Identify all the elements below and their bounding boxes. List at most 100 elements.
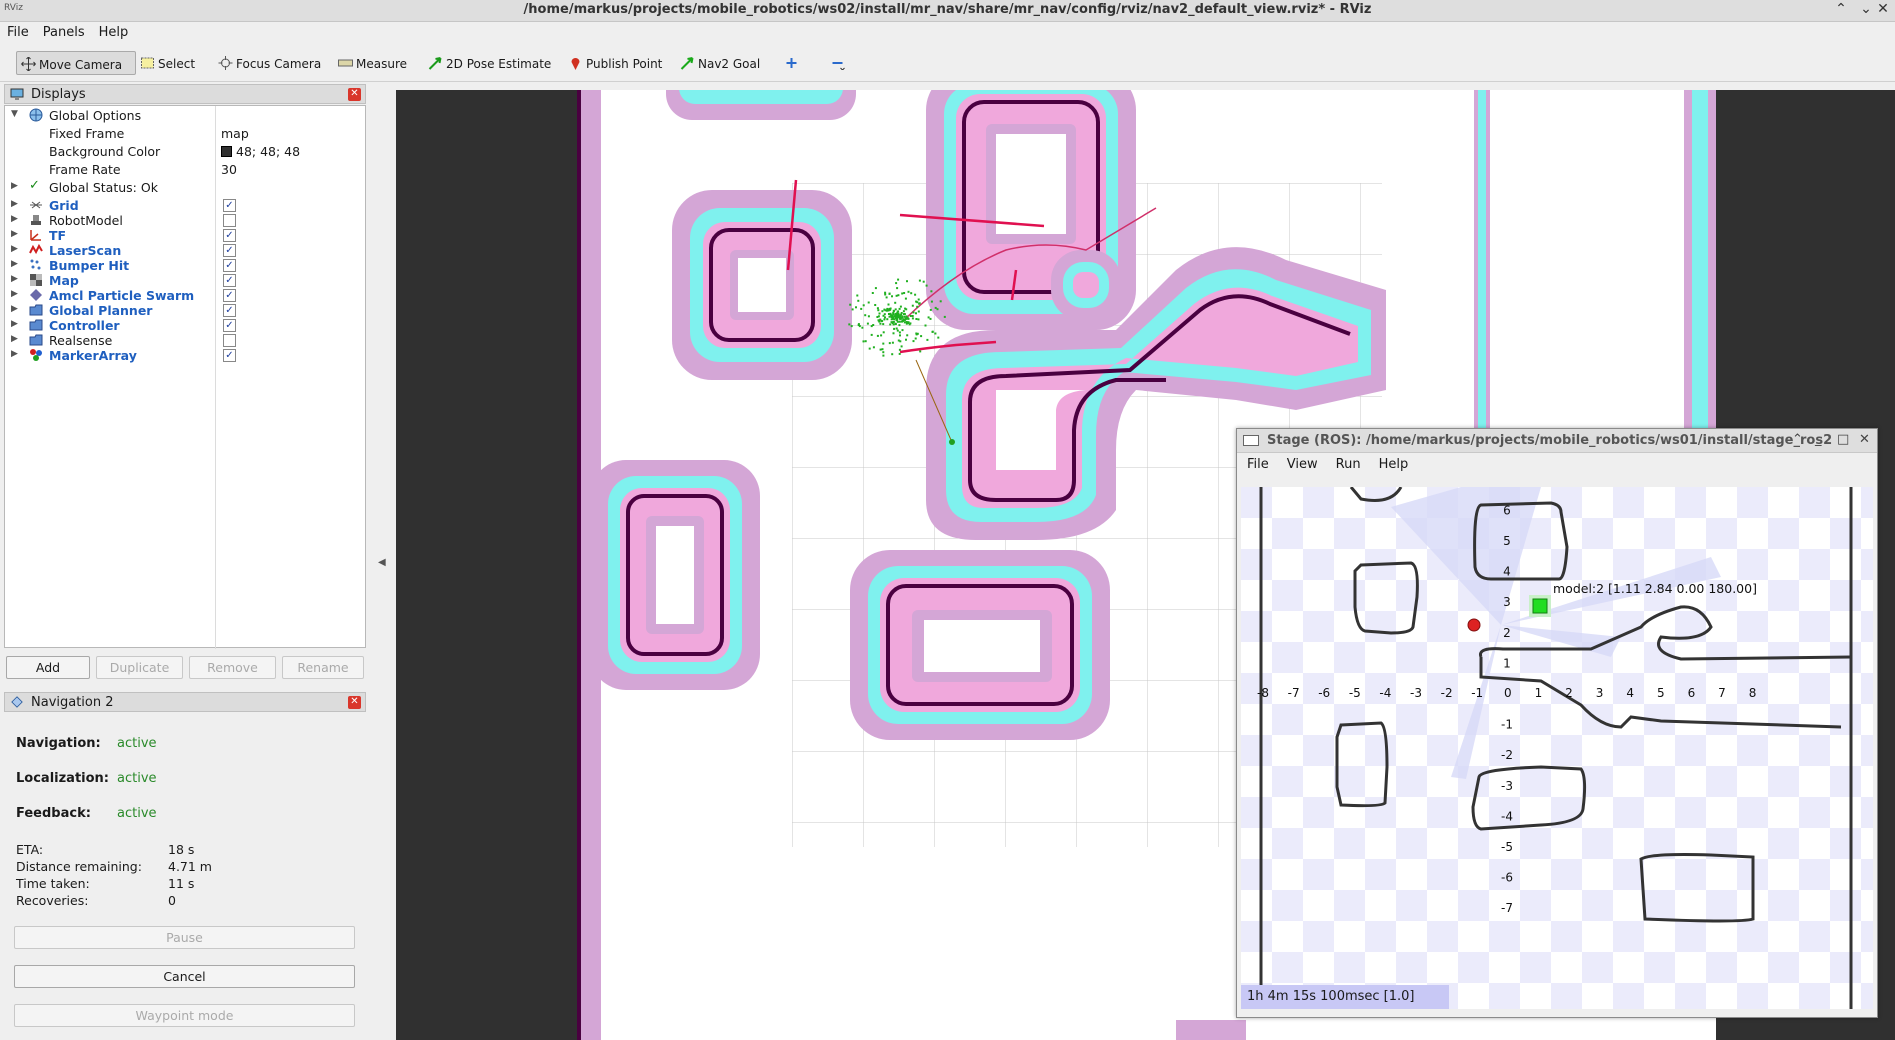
cancel-button[interactable]: Cancel <box>14 965 355 988</box>
distance-value: 4.71 m <box>168 859 212 874</box>
tool-publish-point[interactable]: Publish Point <box>564 51 668 75</box>
add-display-button[interactable]: Add <box>6 656 90 679</box>
navigation-label: Navigation: <box>16 736 101 751</box>
tool-focus-camera[interactable]: Focus Camera <box>214 51 327 75</box>
stage-x-tick: 1 <box>1535 686 1543 700</box>
stage-x-tick: -2 <box>1441 686 1453 700</box>
obstacle-bottom-center <box>850 550 1110 740</box>
folder-icon <box>29 334 43 346</box>
stage-x-tick: 6 <box>1688 686 1696 700</box>
property-frame-rate[interactable]: Frame Rate 30 <box>5 160 365 178</box>
expand-arrow-icon[interactable]: ▶ <box>11 334 18 344</box>
stage-close-icon[interactable]: ✕ <box>1859 432 1870 447</box>
stage-obstacle-marker <box>1467 618 1481 632</box>
select-icon <box>141 57 154 69</box>
stage-menubar: File View Run Help <box>1237 453 1877 477</box>
monitor-icon <box>10 88 24 100</box>
time-taken-label: Time taken: <box>16 876 90 891</box>
stage-minimize-icon[interactable]: _ <box>1815 432 1822 447</box>
publish-point-icon <box>571 58 580 70</box>
collapse-dock-arrow-icon[interactable]: ◀ <box>378 557 386 568</box>
property-fixed-frame[interactable]: Fixed Frame map <box>5 124 365 142</box>
move-camera-icon <box>21 57 36 71</box>
window-titlebar: RViz /home/markus/projects/mobile_roboti… <box>0 0 1895 22</box>
close-icon[interactable]: ✕ <box>1872 1 1894 21</box>
fixed-frame-value[interactable]: map <box>221 126 249 141</box>
expand-arrow-icon[interactable]: ▶ <box>11 214 18 224</box>
tool-measure[interactable]: Measure <box>334 51 413 75</box>
display-item-label: MarkerArray <box>49 348 137 363</box>
nav2-diamond-icon <box>11 696 23 708</box>
tree-item-global-status[interactable]: ▶ ✓ Global Status: Ok <box>5 178 365 196</box>
property-background-color[interactable]: Background Color 48; 48; 48 <box>5 142 365 160</box>
close-navigation2-panel-button[interactable]: ✕ <box>348 696 361 709</box>
tree-item-global-options[interactable]: ▼ Global Options <box>5 106 365 124</box>
toolbar: Move Camera Select Focus Camera Measure … <box>0 44 1895 82</box>
obstacle-bottom-left <box>590 460 760 690</box>
stage-menu-help[interactable]: Help <box>1369 453 1417 472</box>
dock-splitter[interactable]: ◀ <box>368 82 396 1040</box>
duplicate-display-button[interactable]: Duplicate <box>96 656 183 679</box>
expand-arrow-icon[interactable]: ▶ <box>11 274 18 284</box>
minus-icon <box>832 62 845 70</box>
stage-shade-icon[interactable]: ⌃ <box>1792 432 1803 447</box>
expand-arrow-icon[interactable]: ▶ <box>11 289 18 299</box>
frame-rate-value[interactable]: 30 <box>221 162 237 177</box>
stage-y-tick: 1 <box>1503 656 1511 670</box>
stage-y-tick: 5 <box>1503 534 1511 548</box>
expand-arrow-icon[interactable]: ▶ <box>11 319 18 329</box>
collapse-arrow-icon[interactable]: ▼ <box>11 109 18 119</box>
map-icon <box>30 274 42 286</box>
background-color-value[interactable]: 48; 48; 48 <box>221 144 300 159</box>
stage-x-tick: 5 <box>1657 686 1665 700</box>
tool-nav2-goal[interactable]: Nav2 Goal <box>676 51 766 75</box>
add-tool-button[interactable] <box>780 51 808 75</box>
time-taken-value: 11 s <box>168 876 195 891</box>
stage-simulator-window[interactable]: Stage (ROS): /home/markus/projects/mobil… <box>1236 428 1878 1018</box>
expand-arrow-icon[interactable]: ▶ <box>11 244 18 254</box>
tool-move-camera[interactable]: Move Camera <box>16 51 136 75</box>
menu-panels[interactable]: Panels <box>36 22 92 43</box>
menu-file[interactable]: File <box>0 22 36 43</box>
pause-button[interactable]: Pause <box>14 926 355 949</box>
remove-display-button[interactable]: Remove <box>189 656 276 679</box>
menu-help[interactable]: Help <box>92 22 136 43</box>
goal-marker <box>949 439 955 445</box>
plus-icon <box>786 58 797 68</box>
stage-app-icon <box>1243 435 1259 446</box>
stage-menu-view[interactable]: View <box>1277 453 1326 472</box>
stage-menu-file[interactable]: File <box>1237 453 1277 472</box>
window-title: /home/markus/projects/mobile_robotics/ws… <box>523 2 1372 17</box>
stage-maximize-icon[interactable]: □ <box>1837 432 1849 447</box>
rename-display-button[interactable]: Rename <box>282 656 364 679</box>
check-icon: ✓ <box>29 178 40 193</box>
stage-world-render[interactable]: model:2 [1.11 2.84 0.00 180.00] -8 -7 -6 -5… <box>1241 487 1873 1009</box>
expand-arrow-icon[interactable]: ▶ <box>11 199 18 209</box>
waypoint-mode-button[interactable]: Waypoint mode <box>14 1004 355 1027</box>
expand-arrow-icon[interactable]: ▶ <box>11 304 18 314</box>
eta-label: ETA: <box>16 842 44 857</box>
navigation-status: active <box>117 736 157 751</box>
expand-arrow-icon[interactable]: ▶ <box>11 229 18 239</box>
display-item-markerarray[interactable]: ▶ MarkerArray ✓ <box>5 346 365 364</box>
marker-array-icon <box>30 349 42 361</box>
display-item-checkbox[interactable]: ✓ <box>223 349 236 362</box>
bumper-hit-icon <box>30 259 41 270</box>
close-displays-panel-button[interactable]: ✕ <box>348 88 361 101</box>
expand-arrow-icon[interactable]: ▶ <box>11 349 18 359</box>
menubar: File Panels Help <box>0 22 1895 44</box>
stage-robot-model[interactable] <box>1532 598 1548 614</box>
pose-estimate-icon <box>428 57 442 70</box>
feedback-status: active <box>117 806 157 821</box>
expand-arrow-icon[interactable]: ▶ <box>11 181 18 191</box>
stage-world-canvas[interactable]: model:2 [1.11 2.84 0.00 180.00] -8 -7 -6 -5… <box>1241 487 1873 1009</box>
stage-x-tick: 3 <box>1596 686 1604 700</box>
maximize-icon[interactable]: ⌃ <box>1830 1 1852 21</box>
expand-arrow-icon[interactable]: ▶ <box>11 259 18 269</box>
remove-tool-button[interactable] <box>826 51 854 75</box>
tool-2d-pose-estimate[interactable]: 2D Pose Estimate <box>424 51 557 75</box>
stage-model-label: model:2 [1.11 2.84 0.00 180.00] <box>1553 581 1757 596</box>
nav2-goal-icon <box>680 57 694 70</box>
tool-select[interactable]: Select <box>136 51 201 75</box>
stage-menu-run[interactable]: Run <box>1326 453 1369 472</box>
